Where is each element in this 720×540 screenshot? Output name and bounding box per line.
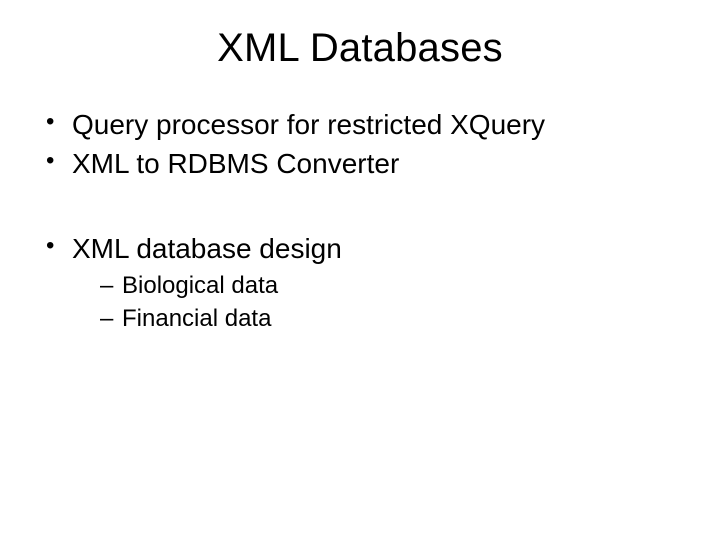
sub-bullet-item: Biological data <box>100 270 690 301</box>
bullet-item: Query processor for restricted XQuery <box>46 107 690 142</box>
bullet-list: XML database design Biological data Fina… <box>30 231 690 334</box>
bullet-text: XML to RDBMS Converter <box>72 148 399 179</box>
sub-bullet-item: Financial data <box>100 303 690 334</box>
slide: XML Databases Query processor for restri… <box>0 0 720 540</box>
slide-title: XML Databases <box>30 26 690 71</box>
sub-bullet-text: Biological data <box>122 272 278 299</box>
bullet-item: XML to RDBMS Converter <box>46 146 690 181</box>
bullet-item: XML database design Biological data Fina… <box>46 231 690 334</box>
sub-bullet-text: Financial data <box>122 305 271 332</box>
bullet-text: Query processor for restricted XQuery <box>72 109 545 140</box>
bullet-text: XML database design <box>72 233 342 264</box>
spacer <box>30 185 690 229</box>
bullet-list: Query processor for restricted XQuery XM… <box>30 107 690 181</box>
sub-bullet-list: Biological data Financial data <box>72 270 690 334</box>
